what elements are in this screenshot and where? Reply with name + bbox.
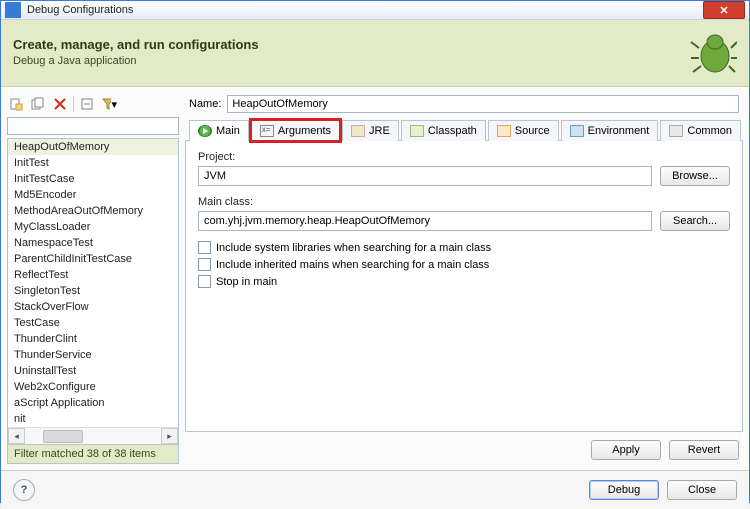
tab-label: Environment (588, 125, 650, 137)
tab-label: Source (515, 125, 550, 137)
tree-item[interactable]: NamespaceTest (8, 235, 178, 251)
tree-scrollbar[interactable]: ◂ ▸ (8, 427, 178, 444)
name-label: Name: (189, 98, 221, 110)
env-icon (570, 125, 584, 137)
src-icon (497, 125, 511, 137)
app-icon (5, 2, 21, 18)
include-inherited-label: Include inherited mains when searching f… (216, 259, 489, 271)
cp-icon (410, 125, 424, 137)
stop-in-main-checkbox[interactable] (198, 275, 211, 288)
tab-footer: Apply Revert (185, 432, 743, 464)
tree-item[interactable]: nit (8, 411, 178, 427)
delete-config-button[interactable] (51, 95, 69, 113)
tree-item[interactable]: Web2xConfigure (8, 379, 178, 395)
mainclass-input[interactable] (198, 211, 652, 231)
config-tree[interactable]: HeapOutOfMemoryInitTestInitTestCaseMd5En… (7, 138, 179, 445)
include-syslib-label: Include system libraries when searching … (216, 242, 491, 254)
close-button[interactable]: Close (667, 480, 737, 500)
tab-environment[interactable]: Environment (561, 120, 659, 141)
project-label: Project: (198, 151, 730, 163)
filter-status: Filter matched 38 of 38 items (7, 445, 179, 464)
search-button[interactable]: Search... (660, 211, 730, 231)
title-bar: Debug Configurations ✕ (1, 1, 749, 20)
filter-input[interactable] (7, 117, 179, 135)
banner-subtext: Debug a Java application (13, 55, 689, 67)
tab-bar: Main Arguments JRE Classpath Source Environme… (185, 119, 743, 141)
tree-item[interactable]: TestCase (8, 315, 178, 331)
scroll-left-button[interactable]: ◂ (8, 428, 25, 444)
com-icon (669, 125, 683, 137)
collapse-all-button[interactable] (78, 95, 96, 113)
tree-item[interactable]: HeapOutOfMemory (8, 139, 178, 155)
toolbar-separator (73, 96, 74, 112)
include-inherited-row[interactable]: Include inherited mains when searching f… (198, 258, 730, 271)
mainclass-label: Main class: (198, 196, 730, 208)
tree-item[interactable]: MethodAreaOutOfMemory (8, 203, 178, 219)
tab-label: Arguments (278, 125, 331, 137)
jre-icon (351, 125, 365, 137)
banner: Create, manage, and run configurations D… (1, 20, 749, 87)
tree-item[interactable]: Md5Encoder (8, 187, 178, 203)
tree-item[interactable]: ThunderService (8, 347, 178, 363)
dialog-body: ▾ HeapOutOfMemoryInitTestInitTestCaseMd5… (1, 87, 749, 470)
tab-label: Common (687, 125, 732, 137)
tab-label: Classpath (428, 125, 477, 137)
banner-heading: Create, manage, and run configurations (13, 37, 689, 52)
stop-in-main-row[interactable]: Stop in main (198, 275, 730, 288)
bug-icon (689, 28, 737, 76)
scroll-track[interactable] (25, 428, 161, 444)
revert-button[interactable]: Revert (669, 440, 739, 460)
tree-item[interactable]: ParentChildInitTestCase (8, 251, 178, 267)
stop-in-main-label: Stop in main (216, 276, 277, 288)
tab-source[interactable]: Source (488, 120, 559, 141)
tree-item[interactable]: UninstallTest (8, 363, 178, 379)
left-panel: ▾ HeapOutOfMemoryInitTestInitTestCaseMd5… (7, 93, 179, 464)
duplicate-config-button[interactable] (29, 95, 47, 113)
run-icon (198, 125, 212, 137)
filter-button[interactable]: ▾ (100, 95, 118, 113)
args-icon (260, 125, 274, 137)
scroll-thumb[interactable] (43, 430, 83, 443)
tree-item[interactable]: ReflectTest (8, 267, 178, 283)
left-toolbar: ▾ (7, 93, 179, 117)
tree-item[interactable]: SingletonTest (8, 283, 178, 299)
tab-label: JRE (369, 125, 390, 137)
tree-item[interactable]: MyClassLoader (8, 219, 178, 235)
tab-arguments[interactable]: Arguments (251, 120, 340, 141)
dialog-footer: ? Debug Close (1, 470, 749, 509)
tab-common[interactable]: Common (660, 120, 741, 141)
right-panel: Name: Main Arguments JRE Classpath Source Env… (185, 93, 743, 464)
scroll-right-button[interactable]: ▸ (161, 428, 178, 444)
tab-main[interactable]: Main (189, 120, 249, 141)
tree-item[interactable]: aScript Application (8, 395, 178, 411)
new-config-button[interactable] (7, 95, 25, 113)
help-button[interactable]: ? (13, 479, 35, 501)
tree-item[interactable]: ThunderClint (8, 331, 178, 347)
tab-jre[interactable]: JRE (342, 120, 399, 141)
debug-config-dialog: Debug Configurations ✕ Create, manage, a… (0, 0, 750, 503)
tab-main-content: Project: Browse... Main class: Search...… (185, 141, 743, 432)
window-title: Debug Configurations (27, 4, 703, 16)
tab-label: Main (216, 125, 240, 137)
project-input[interactable] (198, 166, 652, 186)
include-inherited-checkbox[interactable] (198, 258, 211, 271)
tree-item[interactable]: StackOverFlow (8, 299, 178, 315)
name-row: Name: (189, 95, 739, 113)
banner-text: Create, manage, and run configurations D… (13, 37, 689, 67)
tree-item[interactable]: InitTestCase (8, 171, 178, 187)
browse-button[interactable]: Browse... (660, 166, 730, 186)
include-syslib-checkbox[interactable] (198, 241, 211, 254)
apply-button[interactable]: Apply (591, 440, 661, 460)
include-syslib-row[interactable]: Include system libraries when searching … (198, 241, 730, 254)
window-close-button[interactable]: ✕ (703, 1, 745, 19)
name-input[interactable] (227, 95, 739, 113)
tab-classpath[interactable]: Classpath (401, 120, 486, 141)
tree-item[interactable]: InitTest (8, 155, 178, 171)
debug-button[interactable]: Debug (589, 480, 659, 500)
